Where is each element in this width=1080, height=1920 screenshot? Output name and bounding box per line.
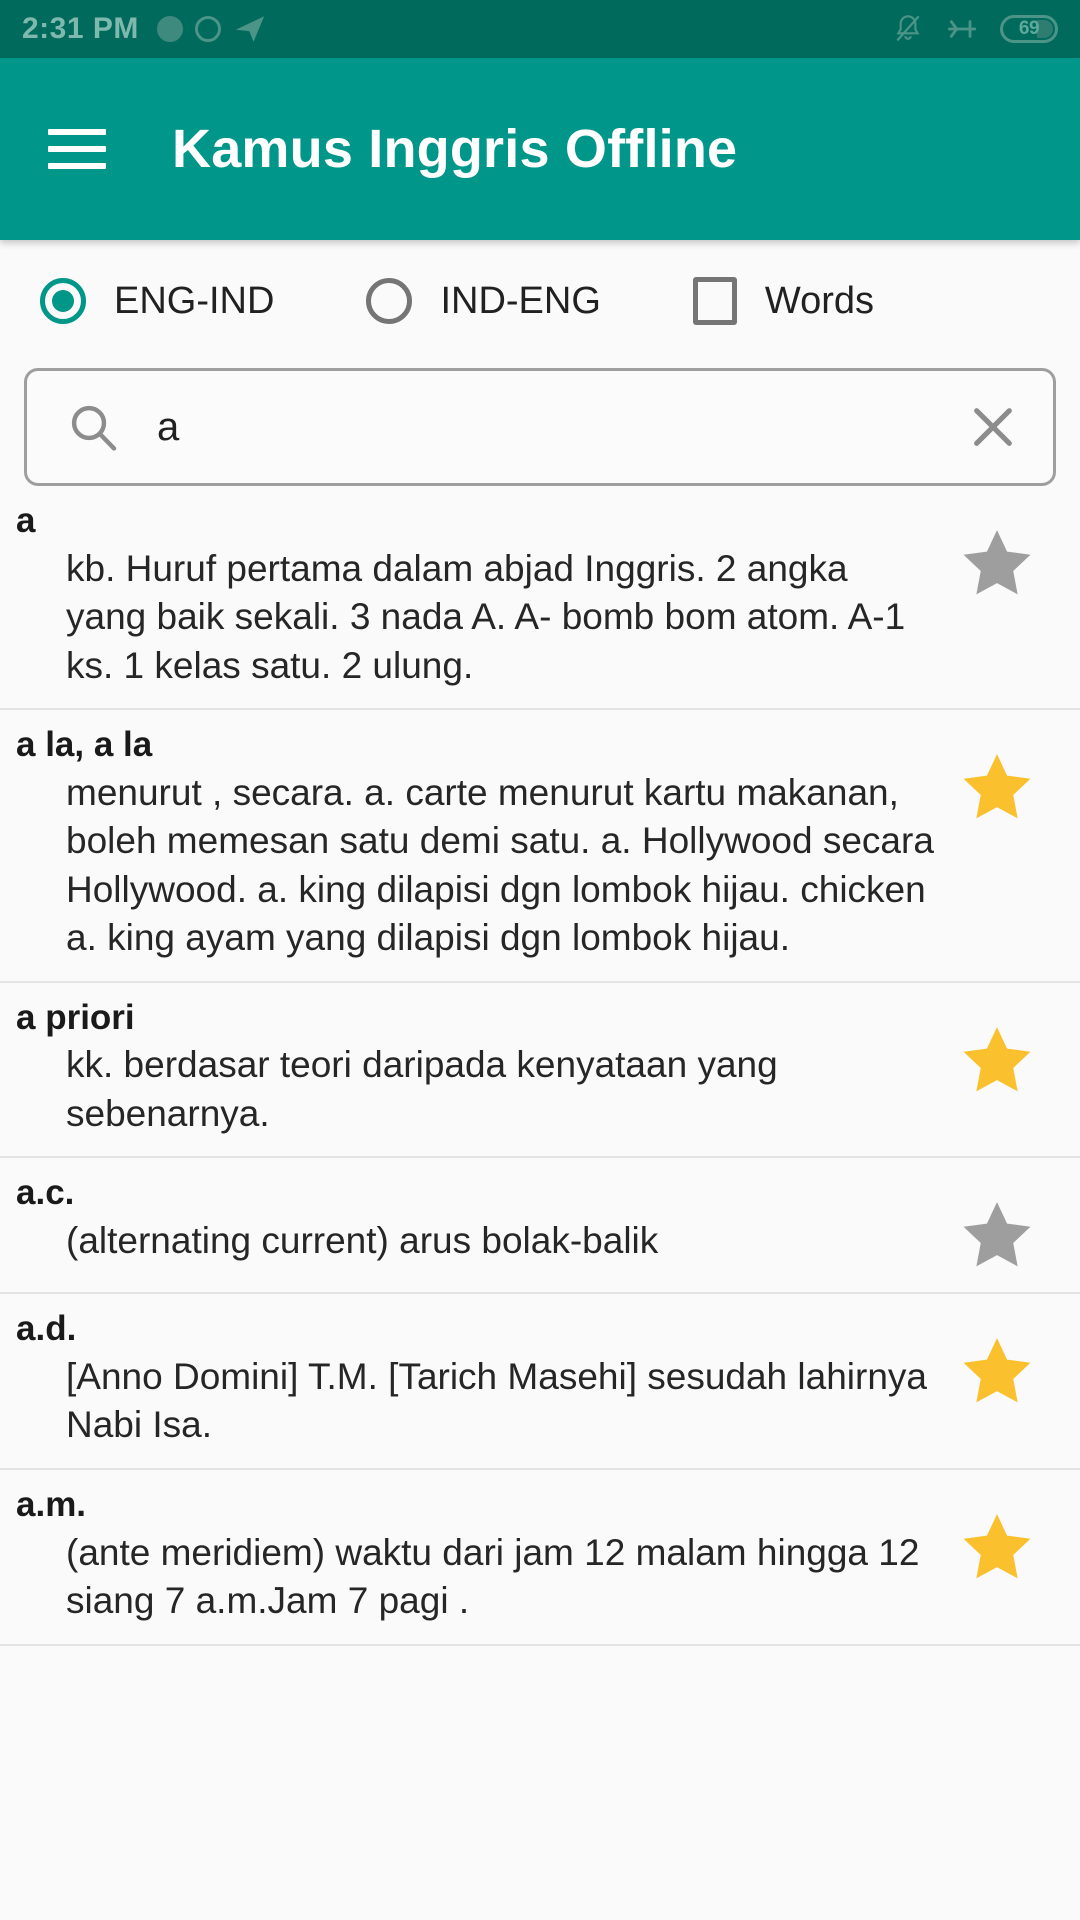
star-icon: [963, 1202, 1031, 1267]
entry-definition: [Anno Domini] T.M. [Tarich Masehi] sesud…: [66, 1355, 927, 1446]
favorite-star-button[interactable]: [938, 1308, 1056, 1410]
checkbox-option-words[interactable]: Words: [692, 277, 875, 325]
bell-muted-icon: [892, 12, 924, 46]
entry-text: a.m. (ante meridiem) waktu dari jam 12 ma…: [16, 1484, 938, 1626]
favorite-star-button[interactable]: [938, 997, 1056, 1099]
entry-text: a la, a la menurut , secara. a. carte men…: [16, 724, 938, 963]
table-row[interactable]: a.c. (alternating current) arus bolak-bal…: [0, 1158, 1080, 1295]
search-container: a: [0, 362, 1080, 486]
search-input-value[interactable]: a: [157, 405, 965, 450]
status-bar-notification-icons: [156, 12, 267, 46]
hamburger-line: [48, 146, 106, 152]
hamburger-menu-icon[interactable]: [48, 129, 106, 169]
entry-word: a.m.: [16, 1484, 87, 1524]
entry-text: a priori kk. berdasar teori daripada keny…: [16, 997, 938, 1139]
favorite-star-button[interactable]: [938, 1172, 1056, 1274]
table-row[interactable]: a priori kk. berdasar teori daripada keny…: [0, 982, 1080, 1159]
radio-button-icon[interactable]: [40, 278, 86, 324]
favorite-star-button[interactable]: [938, 1484, 1056, 1586]
radio-option-eng-ind[interactable]: ENG-IND: [40, 278, 274, 324]
radio-option-ind-eng[interactable]: IND-ENG: [366, 278, 601, 324]
airplane-mode-icon: [942, 13, 982, 45]
table-row[interactable]: a.d. [Anno Domini] T.M. [Tarich Masehi] s…: [0, 1294, 1080, 1470]
checkbox-option-words-label: Words: [764, 279, 875, 322]
status-bar-system-icons: 69: [892, 12, 1058, 46]
entry-word: a priori: [16, 997, 135, 1037]
entry-word: a.c.: [16, 1173, 75, 1213]
favorite-star-button[interactable]: [938, 724, 1056, 826]
dictionary-direction-options: ENG-IND IND-ENG Words: [0, 240, 1080, 362]
app-bar: Kamus Inggris Offline: [0, 58, 1080, 240]
entry-text: a.c. (alternating current) arus bolak-bal…: [16, 1172, 938, 1265]
entry-definition: (ante meridiem) waktu dari jam 12 malam …: [66, 1531, 920, 1622]
circle-filled-icon: [156, 16, 183, 42]
circle-ring-icon: [194, 16, 221, 42]
radio-option-eng-ind-label: ENG-IND: [114, 279, 275, 322]
star-icon: [963, 1026, 1031, 1092]
star-icon: [963, 1514, 1031, 1579]
close-icon[interactable]: [965, 399, 1027, 455]
entry-definition: menurut , secara. a. carte menurut kartu…: [66, 771, 934, 959]
dictionary-results-list[interactable]: a kb. Huruf pertama dalam abjad Inggris. …: [0, 486, 1080, 1646]
radio-button-icon[interactable]: [366, 278, 413, 324]
table-row[interactable]: a kb. Huruf pertama dalam abjad Inggris. …: [0, 486, 1080, 711]
star-icon: [963, 1338, 1031, 1403]
table-row[interactable]: a.m. (ante meridiem) waktu dari jam 12 ma…: [0, 1469, 1080, 1646]
entry-definition: kk. berdasar teori daripada kenyataan ya…: [66, 1044, 778, 1134]
table-row[interactable]: a la, a la menurut , secara. a. carte men…: [0, 710, 1080, 983]
entry-definition: (alternating current) arus bolak-balik: [66, 1219, 659, 1261]
battery-level-label: 69: [1018, 18, 1040, 39]
battery-icon: 69: [1000, 15, 1058, 43]
telegram-send-icon: [233, 12, 267, 46]
entry-text: a kb. Huruf pertama dalam abjad Inggris. …: [16, 500, 938, 690]
entry-word: a: [16, 501, 36, 540]
favorite-star-button[interactable]: [938, 500, 1056, 602]
star-icon: [963, 530, 1031, 595]
status-bar: 2:31 PM 69: [0, 0, 1080, 58]
hamburger-line: [48, 129, 106, 135]
entry-word: a.d.: [16, 1309, 77, 1349]
radio-option-ind-eng-label: IND-ENG: [440, 279, 601, 322]
hamburger-line: [48, 163, 106, 169]
entry-text: a.d. [Anno Domini] T.M. [Tarich Masehi] s…: [16, 1308, 938, 1450]
status-bar-clock: 2:31 PM: [22, 12, 139, 45]
entry-definition: kb. Huruf pertama dalam abjad Inggris. 2…: [66, 547, 906, 686]
search-input[interactable]: a: [24, 368, 1056, 486]
search-icon: [65, 399, 121, 455]
entry-word: a la, a la: [16, 725, 153, 765]
checkbox-icon[interactable]: [692, 277, 737, 325]
page-title: Kamus Inggris Offline: [172, 119, 738, 179]
star-icon: [963, 754, 1031, 819]
